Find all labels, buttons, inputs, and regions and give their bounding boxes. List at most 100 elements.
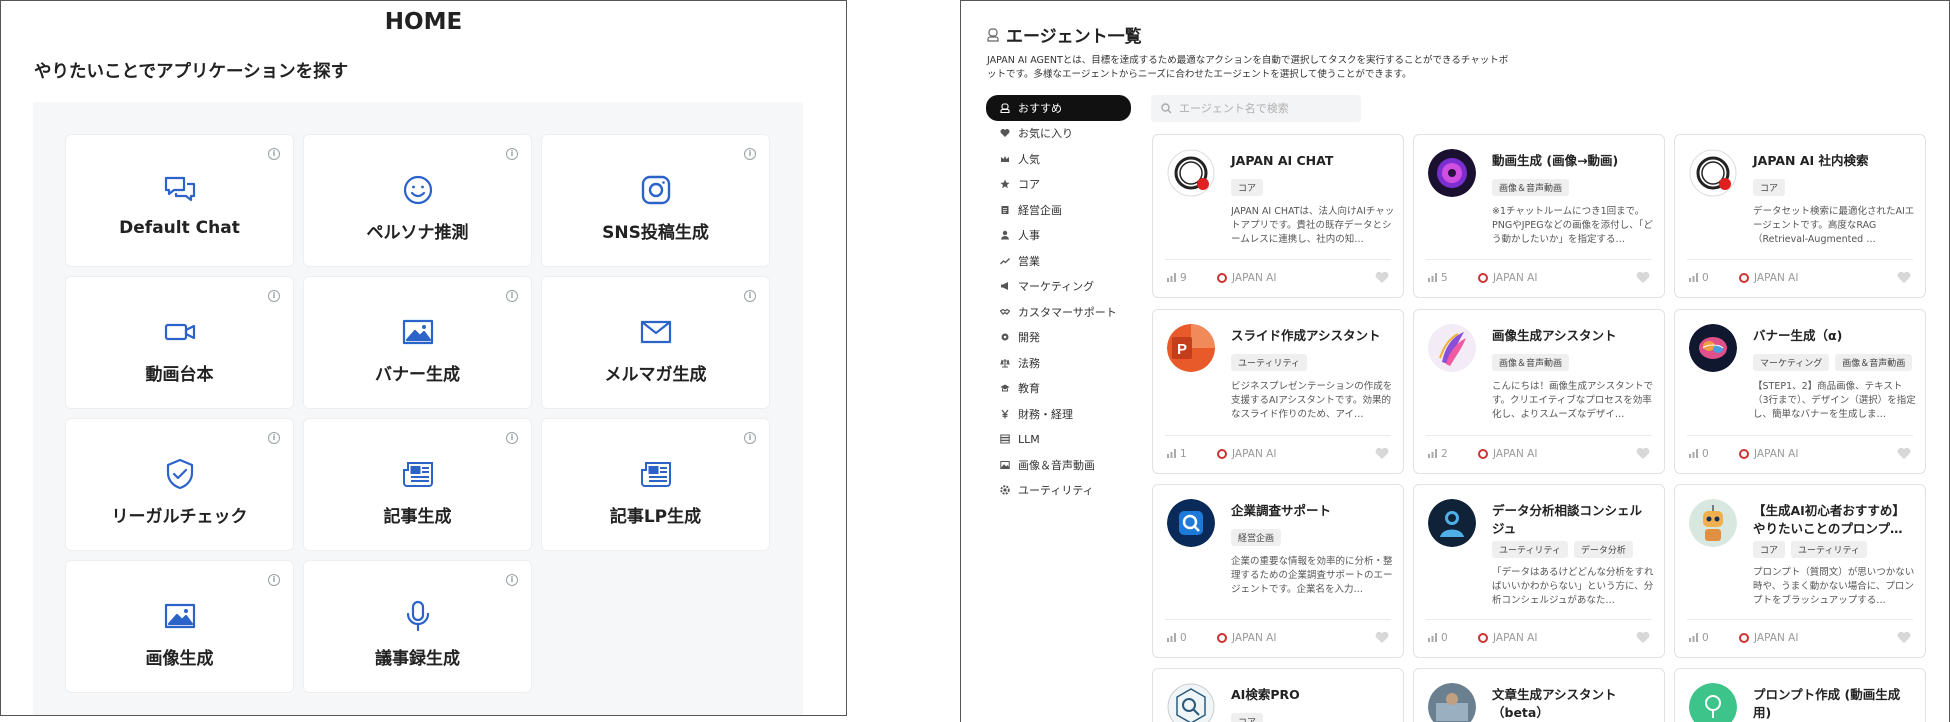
app-card-minutes[interactable]: i 議事録生成 <box>303 560 532 693</box>
svg-text:P: P <box>1177 341 1187 358</box>
brand-logo-icon <box>1478 272 1488 283</box>
brand-logo-icon <box>1217 272 1227 283</box>
agent-desc: ※1チャットルームにつき1回まで。PNGやJPEGなどの画像を添付し、「どう動か… <box>1492 206 1653 245</box>
heart-icon[interactable] <box>1375 631 1389 644</box>
agent-card[interactable]: 【生成AI初心者おすすめ】やりたいことのプロンプ… コア ユーティリティ プロン… <box>1674 484 1926 658</box>
agent-desc: JAPAN AI CHATは、法人向けAIチャットアプリです。貴社の既存データと… <box>1231 206 1395 245</box>
info-icon[interactable]: i <box>268 290 280 302</box>
app-card-article-lp[interactable]: i 記事LP生成 <box>541 418 770 551</box>
divider <box>1165 619 1391 620</box>
sidebar-item-label: 人事 <box>1018 229 1040 243</box>
star-icon <box>1000 179 1010 189</box>
agent-card[interactable]: P スライド作成アシスタント ユーティリティ ビジネスプレゼンテーションの作成を… <box>1152 309 1404 474</box>
app-card-default-chat[interactable]: i Default Chat <box>65 134 294 267</box>
sidebar-item-sales[interactable]: 営業 <box>986 248 1131 274</box>
divider <box>1426 259 1652 260</box>
sidebar-item-legal[interactable]: 法務 <box>986 350 1131 376</box>
sidebar-item-dev[interactable]: 開発 <box>986 325 1131 351</box>
brand: JAPAN AI <box>1217 448 1375 460</box>
count-value: 0 <box>1180 631 1187 644</box>
agent-card[interactable]: AI検索PRO コア <box>1152 668 1404 722</box>
agent-desc: 企業の重要な情報を効率的に分析・整理するための企業調査サポートのエージェントです… <box>1231 556 1393 595</box>
microphone-icon <box>406 600 429 632</box>
agent-desc: 【STEP1、2】商品画像、テキスト（3行まで）、デザイン（選択）を指定し、簡単… <box>1753 381 1916 420</box>
sidebar-item-hr[interactable]: 人事 <box>986 223 1131 249</box>
heart-icon[interactable] <box>1636 631 1650 644</box>
sidebar-item-marketing[interactable]: マーケティング <box>986 274 1131 300</box>
brand-logo-icon <box>1739 448 1749 459</box>
agent-card[interactable]: 画像生成アシスタント 画像＆音声動画 こんにちは！画像生成アシスタントです。クリ… <box>1413 309 1665 474</box>
agent-card[interactable]: JAPAN AI 社内検索 コア データセット検索に最適化されたAIエージェント… <box>1674 134 1926 298</box>
heart-icon[interactable] <box>1375 447 1389 460</box>
app-label: 記事生成 <box>383 507 452 527</box>
info-icon[interactable]: i <box>506 148 518 160</box>
app-card-mail-magazine[interactable]: i メルマガ生成 <box>541 276 770 409</box>
heart-icon[interactable] <box>1897 631 1911 644</box>
app-card-banner[interactable]: i バナー生成 <box>303 276 532 409</box>
tag: 画像＆音声動画 <box>1492 179 1570 196</box>
heart-icon[interactable] <box>1897 271 1911 284</box>
sidebar-item-label: LLM <box>1018 432 1040 446</box>
sidebar-item-core[interactable]: コア <box>986 172 1131 198</box>
info-icon[interactable]: i <box>744 432 756 444</box>
heart-icon[interactable] <box>1636 447 1650 460</box>
app-card-persona[interactable]: i ペルソナ推測 <box>303 134 532 267</box>
info-icon[interactable]: i <box>268 148 280 160</box>
app-label: SNS投稿生成 <box>602 223 709 243</box>
sidebar-item-popular[interactable]: 人気 <box>986 146 1131 172</box>
info-icon[interactable]: i <box>268 574 280 586</box>
app-label: 記事LP生成 <box>609 507 702 527</box>
count-value: 0 <box>1702 271 1709 284</box>
agent-card[interactable]: プロンプト作成 (動画生成用) <box>1674 668 1926 722</box>
divider <box>1687 259 1913 260</box>
brand-name: JAPAN AI <box>1232 447 1277 460</box>
sidebar-item-finance[interactable]: 財務・経理 <box>986 401 1131 427</box>
sidebar-item-utility[interactable]: ユーティリティ <box>986 478 1131 504</box>
purple-orb-avatar <box>1428 149 1476 197</box>
brand-name: JAPAN AI <box>1493 271 1538 284</box>
brand: JAPAN AI <box>1478 272 1636 284</box>
divider <box>1687 619 1913 620</box>
info-icon[interactable]: i <box>744 290 756 302</box>
app-card-image-gen[interactable]: i 画像生成 <box>65 560 294 693</box>
info-icon[interactable]: i <box>744 148 756 160</box>
heart-icon[interactable] <box>1375 271 1389 284</box>
agent-card[interactable]: JAPAN AI CHAT コア JAPAN AI CHATは、法人向けAIチャ… <box>1152 134 1404 298</box>
agent-search[interactable] <box>1151 95 1361 122</box>
search-app-avatar <box>1167 499 1215 547</box>
heart-icon[interactable] <box>1636 271 1650 284</box>
info-icon[interactable]: i <box>506 290 518 302</box>
agent-title: プロンプト作成 (動画生成用) <box>1753 687 1901 720</box>
usage-count: 5 <box>1428 272 1478 284</box>
scales-icon <box>1000 358 1010 368</box>
sidebar-item-planning[interactable]: 経営企画 <box>986 197 1131 223</box>
info-icon[interactable]: i <box>268 432 280 444</box>
green-avatar <box>1689 683 1737 722</box>
sidebar-item-media[interactable]: 画像＆音声動画 <box>986 452 1131 478</box>
sidebar-item-recommended[interactable]: おすすめ <box>986 95 1131 121</box>
info-icon[interactable]: i <box>506 432 518 444</box>
sidebar-item-support[interactable]: カスタマーサポート <box>986 299 1131 325</box>
search-input[interactable] <box>1179 102 1349 115</box>
app-card-sns[interactable]: i SNS投稿生成 <box>541 134 770 267</box>
app-card-legal-check[interactable]: i リーガルチェック <box>65 418 294 551</box>
agent-card[interactable]: バナー生成（α) マーケティング 画像＆音声動画 【STEP1、2】商品画像、テ… <box>1674 309 1926 474</box>
agent-footer: 0 JAPAN AI <box>1689 631 1911 644</box>
sidebar-item-favorites[interactable]: お気に入り <box>986 121 1131 147</box>
agent-card[interactable]: データ分析相談コンシェルジュ ユーティリティ データ分析 「データはあるけどどん… <box>1413 484 1665 658</box>
agent-card[interactable]: 動画生成 (画像→動画) 画像＆音声動画 ※1チャットルームにつき1回まで。PN… <box>1413 134 1665 298</box>
app-card-video-script[interactable]: i 動画台本 <box>65 276 294 409</box>
agent-card[interactable]: 企業調査サポート 経営企画 企業の重要な情報を効率的に分析・整理するための企業調… <box>1152 484 1404 658</box>
app-card-article[interactable]: i 記事生成 <box>303 418 532 551</box>
agent-list-panel: エージェント一覧 JAPAN AI AGENTとは、目標を達成するため最適なアク… <box>960 0 1950 722</box>
info-icon[interactable]: i <box>506 574 518 586</box>
robot-avatar <box>1689 499 1737 547</box>
brand-logo-icon <box>1739 632 1749 643</box>
agent-card[interactable]: 文章生成アシスタント（beta） <box>1413 668 1665 722</box>
sidebar-item-llm[interactable]: LLM <box>986 427 1131 453</box>
app-label: リーガルチェック <box>111 507 248 527</box>
agent-footer: 5 JAPAN AI <box>1428 271 1650 284</box>
heart-icon[interactable] <box>1897 447 1911 460</box>
brand: JAPAN AI <box>1739 448 1897 460</box>
sidebar-item-education[interactable]: 教育 <box>986 376 1131 402</box>
